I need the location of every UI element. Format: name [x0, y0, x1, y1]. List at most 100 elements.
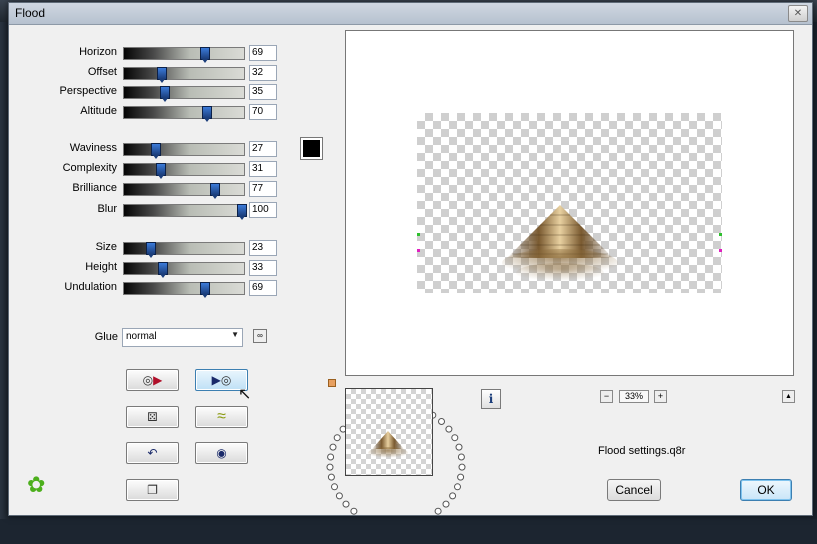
perspective-slider[interactable] — [123, 86, 245, 102]
preset-ring-dot[interactable] — [327, 453, 335, 461]
close-icon[interactable]: ✕ — [788, 5, 808, 22]
zoom-in-icon[interactable]: + — [654, 390, 667, 403]
size-slider[interactable] — [123, 242, 245, 258]
preset-thumbnail[interactable] — [345, 388, 433, 476]
preset-ring-dot[interactable] — [457, 473, 465, 481]
param-label: Complexity — [62, 162, 117, 174]
preset-ring-dot[interactable] — [327, 473, 335, 481]
title-bar[interactable]: Flood ✕ — [9, 3, 812, 25]
dialog-title: Flood — [15, 6, 46, 20]
complexity-value-field[interactable]: 31 — [249, 161, 277, 177]
preset-ring-dot[interactable] — [350, 507, 358, 515]
glue-value: normal — [126, 331, 157, 342]
size-value-field[interactable]: 23 — [249, 240, 277, 256]
preset-ring-dot[interactable] — [335, 492, 343, 500]
perspective-value-field[interactable]: 35 — [249, 84, 277, 100]
glue-select[interactable]: normal ▼ — [122, 328, 243, 347]
preset-filename: Flood settings.q8r — [598, 445, 686, 457]
preset-ring-dot[interactable] — [455, 443, 463, 451]
preset-load-icon: ◎▶ — [142, 373, 163, 387]
preset-ring-dot[interactable] — [451, 434, 459, 442]
preview-canvas — [417, 113, 722, 293]
slider-thumb[interactable] — [209, 183, 220, 199]
info-icon[interactable]: i — [481, 389, 501, 409]
blur-value-field[interactable]: 100 — [249, 202, 277, 218]
preset-ring-dot[interactable] — [329, 443, 337, 451]
slider-thumb[interactable] — [146, 242, 157, 258]
reset-icon: ↶ — [147, 446, 158, 460]
waviness-slider[interactable] — [123, 143, 245, 159]
reset-button[interactable]: ↶ — [126, 442, 179, 464]
height-slider[interactable] — [123, 262, 245, 278]
preset-ring-dot[interactable] — [449, 492, 457, 500]
horizon-value-field[interactable]: 69 — [249, 45, 277, 61]
collapse-icon[interactable]: ▲ — [782, 390, 795, 403]
preset-ring-dot[interactable] — [442, 500, 450, 508]
chevron-down-icon: ▼ — [231, 330, 239, 339]
zoom-out-icon[interactable]: − — [600, 390, 613, 403]
guide-marker-right-2 — [719, 249, 722, 252]
cancel-button[interactable]: Cancel — [607, 479, 661, 501]
randomize-button[interactable]: ⚄ — [126, 406, 179, 428]
preset-ring-dot[interactable] — [458, 463, 466, 471]
brilliance-slider[interactable] — [123, 183, 245, 199]
copy-button[interactable]: ❐ — [126, 479, 179, 501]
glue-label: Glue — [94, 331, 118, 343]
param-label: Undulation — [64, 281, 117, 293]
preset-ring-dot[interactable] — [445, 425, 453, 433]
param-label: Horizon — [79, 46, 117, 58]
default-icon: ◉ — [216, 446, 227, 460]
param-label: Size — [95, 241, 117, 253]
randomize-dice-icon: ⚄ — [147, 410, 158, 424]
height-value-field[interactable]: 33 — [249, 260, 277, 276]
param-label: Waviness — [69, 142, 117, 154]
navigator-handle[interactable] — [328, 379, 336, 387]
preset-ring-dot[interactable] — [326, 463, 334, 471]
preset-ring-dot[interactable] — [342, 500, 350, 508]
zoom-value: 33% — [619, 390, 649, 403]
preset-ring-dot[interactable] — [434, 507, 442, 515]
copy-icon: ❐ — [147, 483, 158, 497]
slider-thumb[interactable] — [201, 106, 212, 122]
offset-slider[interactable] — [123, 67, 245, 83]
preset-ring-dot[interactable] — [438, 418, 445, 425]
slider-thumb[interactable] — [160, 86, 171, 102]
glue-link-icon[interactable]: ∞ — [253, 329, 267, 343]
flood-dialog: Flood ✕ Horizon 69 Offset 32 Perspective 35 Al… — [8, 2, 813, 516]
horizon-slider[interactable] — [123, 47, 245, 63]
param-label: Perspective — [59, 85, 117, 97]
slider-thumb[interactable] — [155, 163, 166, 179]
altitude-value-field[interactable]: 70 — [249, 104, 277, 120]
slider-thumb[interactable] — [156, 67, 167, 83]
color-swatch[interactable] — [300, 137, 323, 160]
slider-thumb[interactable] — [157, 262, 168, 278]
preset-ring-dot[interactable] — [457, 453, 465, 461]
preset-ring-dot[interactable] — [331, 483, 338, 491]
preset-ring-dot[interactable] — [454, 483, 461, 491]
logo-icon[interactable]: ✿ — [27, 472, 45, 498]
slider-thumb[interactable] — [150, 143, 161, 159]
preview-render — [502, 205, 618, 283]
altitude-slider[interactable] — [123, 106, 245, 122]
default-button[interactable]: ◉ — [195, 442, 248, 464]
complexity-slider[interactable] — [123, 163, 245, 179]
random-wave-button[interactable]: ≈ — [195, 406, 248, 428]
undulation-slider[interactable] — [123, 282, 245, 298]
waviness-value-field[interactable]: 27 — [249, 141, 277, 157]
preset-ring-dot[interactable] — [333, 434, 341, 442]
brilliance-value-field[interactable]: 77 — [249, 181, 277, 197]
preview-area[interactable] — [345, 30, 794, 376]
offset-value-field[interactable]: 32 — [249, 65, 277, 81]
preset-save-icon: ▶◎ — [211, 373, 232, 387]
dialog-content: Horizon 69 Offset 32 Perspective 35 Altitude 70… — [9, 25, 812, 515]
random-wave-icon: ≈ — [217, 408, 226, 425]
undulation-value-field[interactable]: 69 — [249, 280, 277, 296]
slider-thumb[interactable] — [200, 282, 211, 298]
slider-thumb[interactable] — [200, 47, 211, 63]
slider-thumb[interactable] — [237, 204, 247, 220]
blur-slider[interactable] — [123, 204, 247, 220]
ok-button[interactable]: OK — [740, 479, 792, 501]
preset-load-button[interactable]: ◎▶ — [126, 369, 179, 391]
param-label: Altitude — [80, 105, 117, 117]
guide-marker-left — [417, 233, 420, 236]
